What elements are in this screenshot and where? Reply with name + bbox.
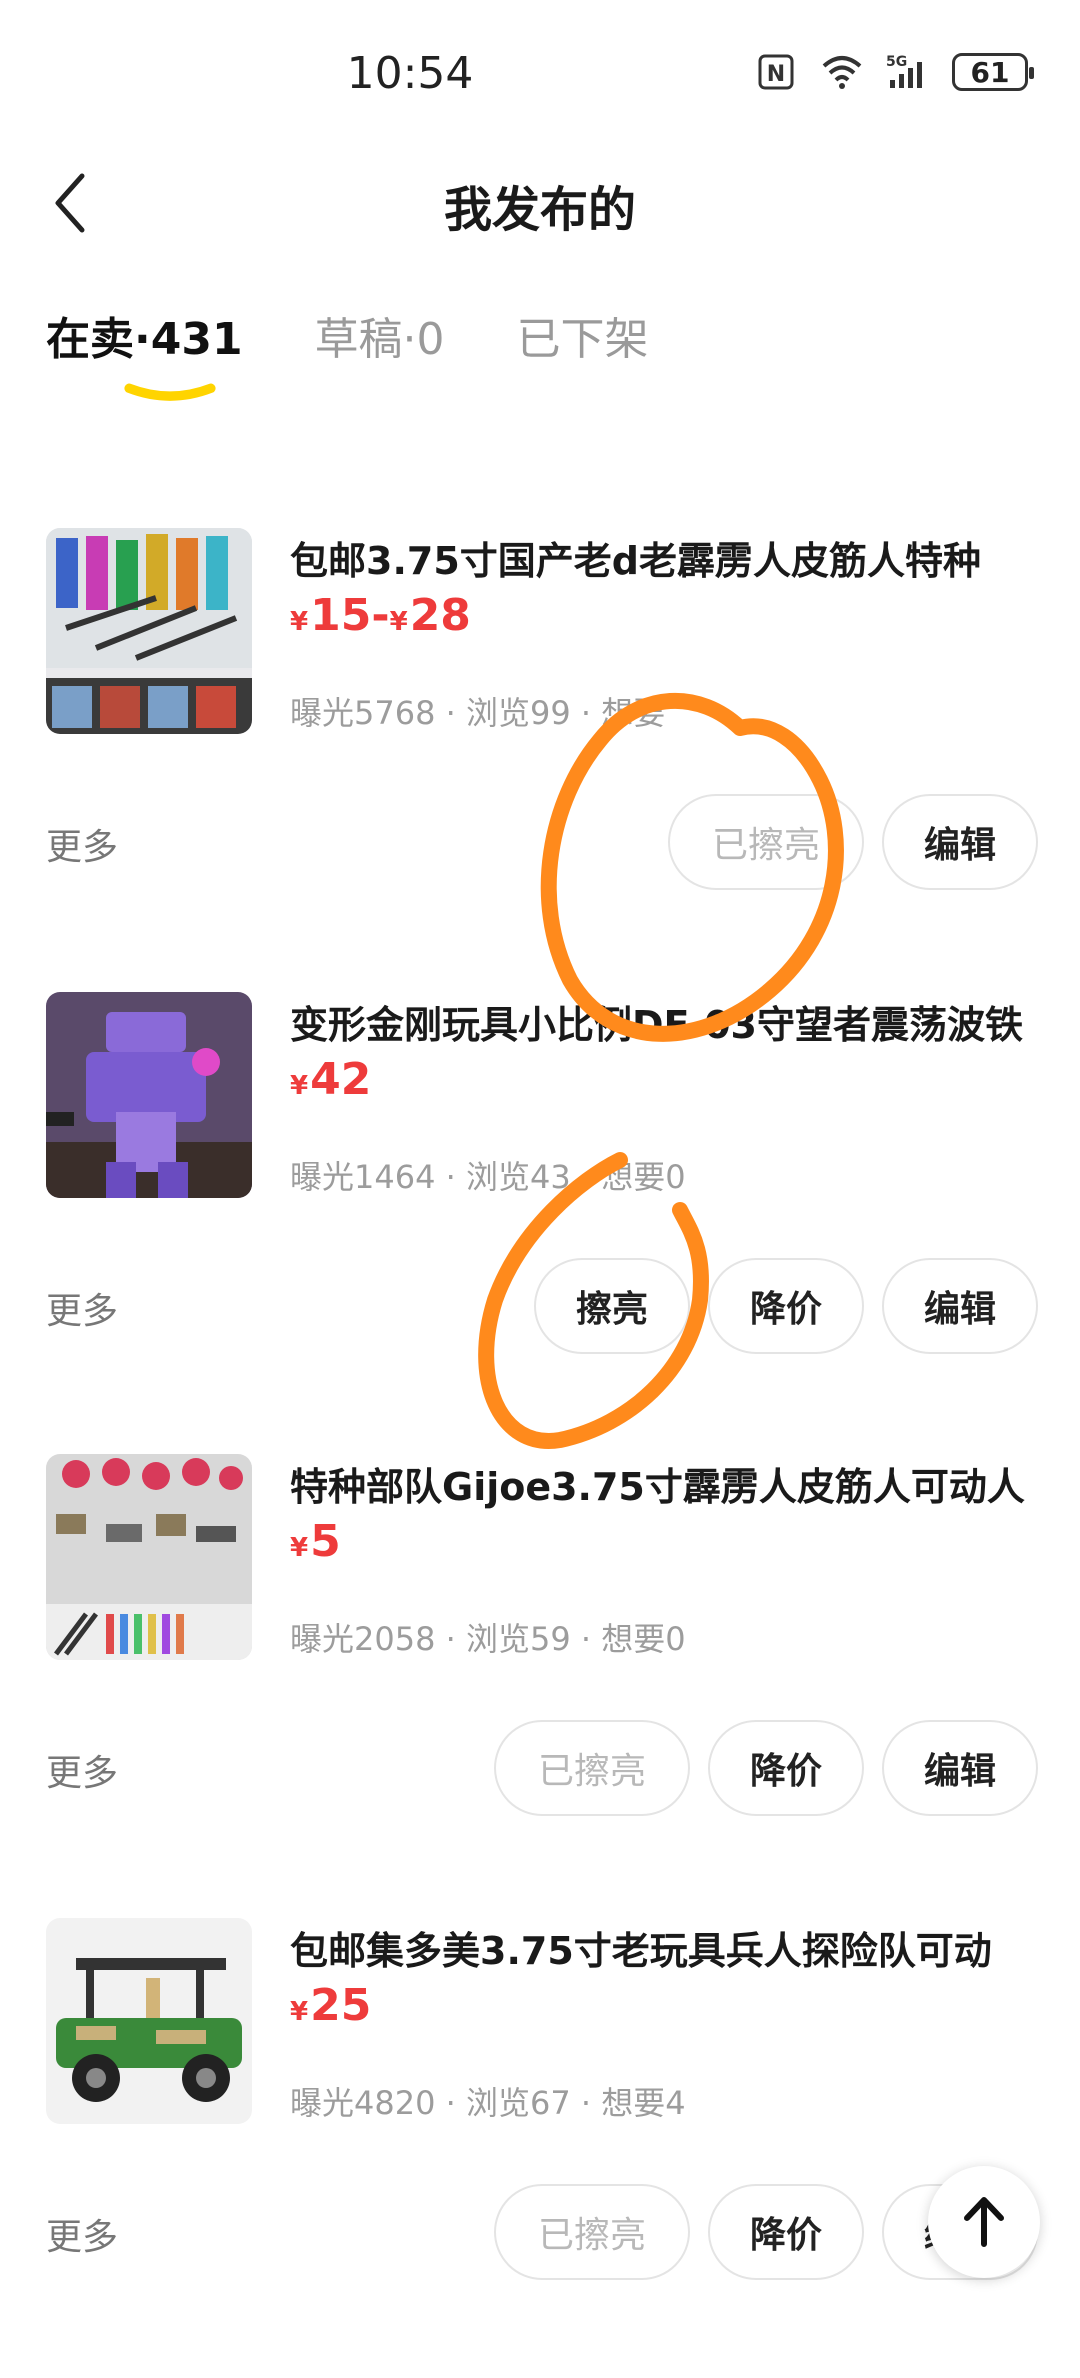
listing-item[interactable]: 特种部队Gijoe3.75寸霹雳人皮筋人可动人 ¥5 曝光2058 · 浏览59…: [0, 1454, 1080, 1914]
scroll-to-top-button[interactable]: [928, 2166, 1040, 2278]
wifi-icon: [822, 56, 862, 89]
svg-text:5G: 5G: [886, 54, 907, 70]
currency-symbol: ¥: [290, 1071, 309, 1101]
more-button[interactable]: 更多: [46, 818, 118, 870]
tab-drafts[interactable]: 草稿·0: [315, 310, 445, 420]
action-buttons: 已擦亮 编辑: [668, 794, 1038, 890]
price-low: 15: [310, 590, 372, 641]
polished-button[interactable]: 已擦亮: [494, 1720, 690, 1816]
listing-item[interactable]: 变形金刚玩具小比例DF-03守望者震荡波铁 ¥42 曝光1464 · 浏览43 …: [0, 992, 1080, 1452]
tab-removed[interactable]: 已下架: [517, 310, 649, 420]
price-value: 25: [310, 1980, 372, 2031]
item-thumbnail[interactable]: [46, 528, 252, 734]
svg-text:N: N: [767, 62, 785, 87]
edit-button[interactable]: 编辑: [882, 794, 1038, 890]
listing-item[interactable]: 包邮3.75寸国产老d老霹雳人皮筋人特种 ¥15-¥28 曝光5768 · 浏览…: [0, 528, 1080, 988]
item-title[interactable]: 变形金刚玩具小比例DF-03守望者震荡波铁: [290, 994, 1050, 1049]
item-stats: 曝光4820 · 浏览67 · 想要4: [290, 2084, 686, 2122]
robot-image: [46, 992, 252, 1198]
more-button[interactable]: 更多: [46, 2208, 118, 2260]
item-price: ¥42: [290, 1054, 371, 1105]
battery-indicator: 61: [952, 53, 1034, 91]
active-tab-indicator: [124, 383, 216, 401]
edit-button[interactable]: 编辑: [882, 1258, 1038, 1354]
polished-button[interactable]: 已擦亮: [494, 2184, 690, 2280]
item-price: ¥25: [290, 1980, 371, 2031]
listing-item[interactable]: 包邮集多美3.75寸老玩具兵人探险队可动 ¥25 曝光4820 · 浏览67 ·…: [0, 1918, 1080, 2378]
figures-image: [46, 528, 252, 734]
accessories-image: [46, 1454, 252, 1660]
price-value: 5: [310, 1516, 341, 1567]
page-header: 我发布的: [0, 150, 1080, 260]
item-title[interactable]: 包邮3.75寸国产老d老霹雳人皮筋人特种: [290, 530, 1050, 585]
more-button[interactable]: 更多: [46, 1744, 118, 1796]
item-price: ¥15-¥28: [290, 590, 471, 641]
price-high: 28: [409, 590, 471, 641]
reduce-price-button[interactable]: 降价: [708, 1720, 864, 1816]
item-stats: 曝光2058 · 浏览59 · 想要0: [290, 1620, 686, 1658]
arrow-up-icon: [964, 2197, 1004, 2247]
reduce-price-button[interactable]: 降价: [708, 1258, 864, 1354]
item-title[interactable]: 特种部队Gijoe3.75寸霹雳人皮筋人可动人: [290, 1456, 1050, 1511]
status-time: 10:54: [346, 48, 474, 99]
jeep-image: [46, 1918, 252, 2124]
item-thumbnail[interactable]: [46, 992, 252, 1198]
status-bar: 10:54 N 5G 61: [0, 0, 1080, 150]
signal-icon: 5G: [886, 54, 922, 88]
item-price: ¥5: [290, 1516, 341, 1567]
edit-button[interactable]: 编辑: [882, 1720, 1038, 1816]
page-title: 我发布的: [443, 182, 636, 238]
currency-symbol: ¥: [290, 1997, 309, 2027]
polished-button[interactable]: 已擦亮: [668, 794, 864, 890]
more-button[interactable]: 更多: [46, 1282, 118, 1334]
item-title[interactable]: 包邮集多美3.75寸老玩具兵人探险队可动: [290, 1920, 1050, 1975]
status-icons: N 5G 61: [754, 52, 1034, 92]
action-buttons: 擦亮 降价 编辑: [534, 1258, 1038, 1354]
currency-symbol: ¥: [290, 1533, 309, 1563]
item-stats: 曝光5768 · 浏览99 · 想要: [290, 694, 666, 732]
price-value: 42: [310, 1054, 372, 1105]
nfc-icon: N: [758, 54, 794, 90]
item-stats: 曝光1464 · 浏览43 · 想要0: [290, 1158, 686, 1196]
polish-button[interactable]: 擦亮: [534, 1258, 690, 1354]
currency-symbol: ¥: [389, 607, 408, 637]
item-thumbnail[interactable]: [46, 1918, 252, 2124]
reduce-price-button[interactable]: 降价: [708, 2184, 864, 2280]
currency-symbol: ¥: [290, 607, 309, 637]
item-thumbnail[interactable]: [46, 1454, 252, 1660]
price-separator: -: [371, 590, 390, 641]
action-buttons: 已擦亮 降价 编辑: [494, 1720, 1038, 1816]
